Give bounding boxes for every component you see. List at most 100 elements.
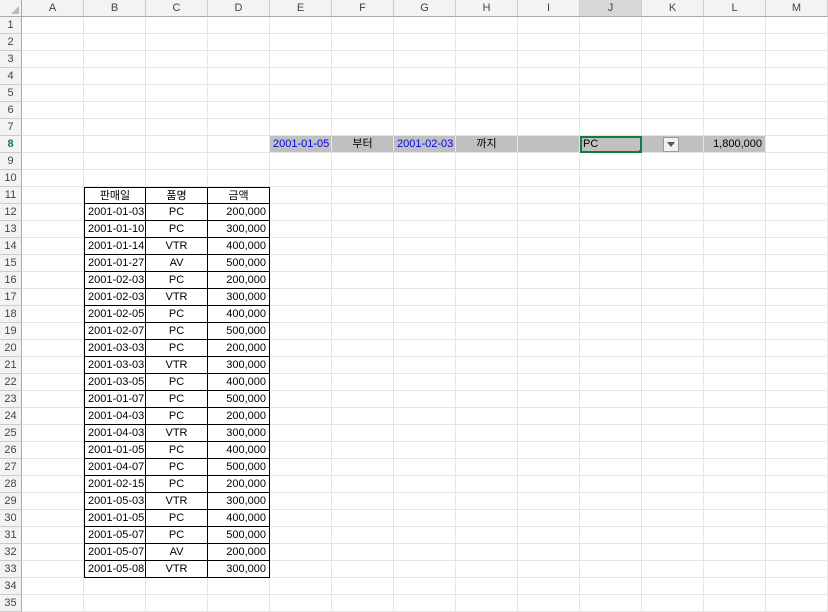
row-header-20[interactable]: 20 <box>0 340 22 357</box>
cell[interactable] <box>208 595 270 612</box>
cell[interactable] <box>642 204 704 221</box>
cell[interactable] <box>394 119 456 136</box>
cell[interactable] <box>332 493 394 510</box>
cell[interactable] <box>332 408 394 425</box>
cell[interactable] <box>394 442 456 459</box>
cell[interactable] <box>642 340 704 357</box>
cell[interactable] <box>704 374 766 391</box>
row-header-13[interactable]: 13 <box>0 221 22 238</box>
cell[interactable] <box>332 544 394 561</box>
cell[interactable] <box>146 34 208 51</box>
cell[interactable] <box>22 51 84 68</box>
row-header-18[interactable]: 18 <box>0 306 22 323</box>
cell[interactable] <box>332 102 394 119</box>
filter-date-to[interactable]: 2001-02-03 <box>394 136 456 153</box>
cell[interactable] <box>394 476 456 493</box>
cell[interactable] <box>332 51 394 68</box>
cell[interactable] <box>332 238 394 255</box>
cell[interactable] <box>642 493 704 510</box>
cell[interactable] <box>394 561 456 578</box>
cell[interactable] <box>332 442 394 459</box>
cell[interactable] <box>146 119 208 136</box>
cell[interactable] <box>766 391 828 408</box>
cell[interactable] <box>766 68 828 85</box>
cell[interactable] <box>22 17 84 34</box>
row-header-26[interactable]: 26 <box>0 442 22 459</box>
cell[interactable] <box>332 425 394 442</box>
row-header-32[interactable]: 32 <box>0 544 22 561</box>
cell[interactable] <box>394 238 456 255</box>
cell[interactable] <box>766 153 828 170</box>
row-header-33[interactable]: 33 <box>0 561 22 578</box>
cell[interactable] <box>766 238 828 255</box>
cell[interactable] <box>208 17 270 34</box>
cell[interactable] <box>456 119 518 136</box>
row-header-2[interactable]: 2 <box>0 34 22 51</box>
cell[interactable] <box>394 578 456 595</box>
cell[interactable] <box>642 408 704 425</box>
cell[interactable] <box>580 102 642 119</box>
cell[interactable] <box>642 17 704 34</box>
cell[interactable] <box>394 510 456 527</box>
cell[interactable] <box>456 476 518 493</box>
row-header-10[interactable]: 10 <box>0 170 22 187</box>
cell[interactable] <box>208 136 270 153</box>
cell[interactable] <box>394 255 456 272</box>
cell[interactable] <box>518 510 580 527</box>
cell[interactable] <box>146 595 208 612</box>
cell[interactable] <box>704 187 766 204</box>
cell[interactable] <box>704 493 766 510</box>
col-header-B[interactable]: B <box>84 0 146 17</box>
cell[interactable] <box>394 408 456 425</box>
cell[interactable] <box>704 391 766 408</box>
cell[interactable] <box>270 374 332 391</box>
cell[interactable] <box>518 153 580 170</box>
cell[interactable] <box>580 34 642 51</box>
cell[interactable] <box>84 119 146 136</box>
cell[interactable] <box>766 510 828 527</box>
row-header-16[interactable]: 16 <box>0 272 22 289</box>
cell[interactable] <box>394 459 456 476</box>
col-header-C[interactable]: C <box>146 0 208 17</box>
cell[interactable] <box>580 391 642 408</box>
row-header-24[interactable]: 24 <box>0 408 22 425</box>
cell[interactable] <box>766 170 828 187</box>
cell[interactable] <box>642 34 704 51</box>
cell[interactable] <box>270 272 332 289</box>
cell[interactable] <box>766 221 828 238</box>
cell[interactable] <box>518 527 580 544</box>
cell[interactable] <box>766 408 828 425</box>
cell[interactable] <box>22 527 84 544</box>
cell[interactable] <box>394 374 456 391</box>
cell[interactable] <box>332 459 394 476</box>
row-header-34[interactable]: 34 <box>0 578 22 595</box>
cell[interactable] <box>766 323 828 340</box>
cell[interactable] <box>84 102 146 119</box>
cell[interactable] <box>332 510 394 527</box>
select-all-corner[interactable] <box>0 0 22 17</box>
cell[interactable] <box>518 255 580 272</box>
cell[interactable] <box>270 51 332 68</box>
cell[interactable] <box>22 119 84 136</box>
cell[interactable] <box>84 34 146 51</box>
cell[interactable] <box>394 221 456 238</box>
cell[interactable] <box>270 170 332 187</box>
cell[interactable] <box>642 238 704 255</box>
cell[interactable] <box>580 17 642 34</box>
cell[interactable] <box>580 527 642 544</box>
cell[interactable] <box>270 323 332 340</box>
cell[interactable] <box>704 544 766 561</box>
cell[interactable] <box>456 204 518 221</box>
cell[interactable] <box>270 102 332 119</box>
cell[interactable] <box>270 493 332 510</box>
row-header-31[interactable]: 31 <box>0 527 22 544</box>
cell[interactable] <box>22 493 84 510</box>
cell[interactable] <box>394 357 456 374</box>
cell[interactable] <box>270 119 332 136</box>
row-header-15[interactable]: 15 <box>0 255 22 272</box>
cell[interactable] <box>146 170 208 187</box>
cell[interactable] <box>332 68 394 85</box>
row-header-25[interactable]: 25 <box>0 425 22 442</box>
cell[interactable] <box>704 34 766 51</box>
cell[interactable] <box>642 119 704 136</box>
